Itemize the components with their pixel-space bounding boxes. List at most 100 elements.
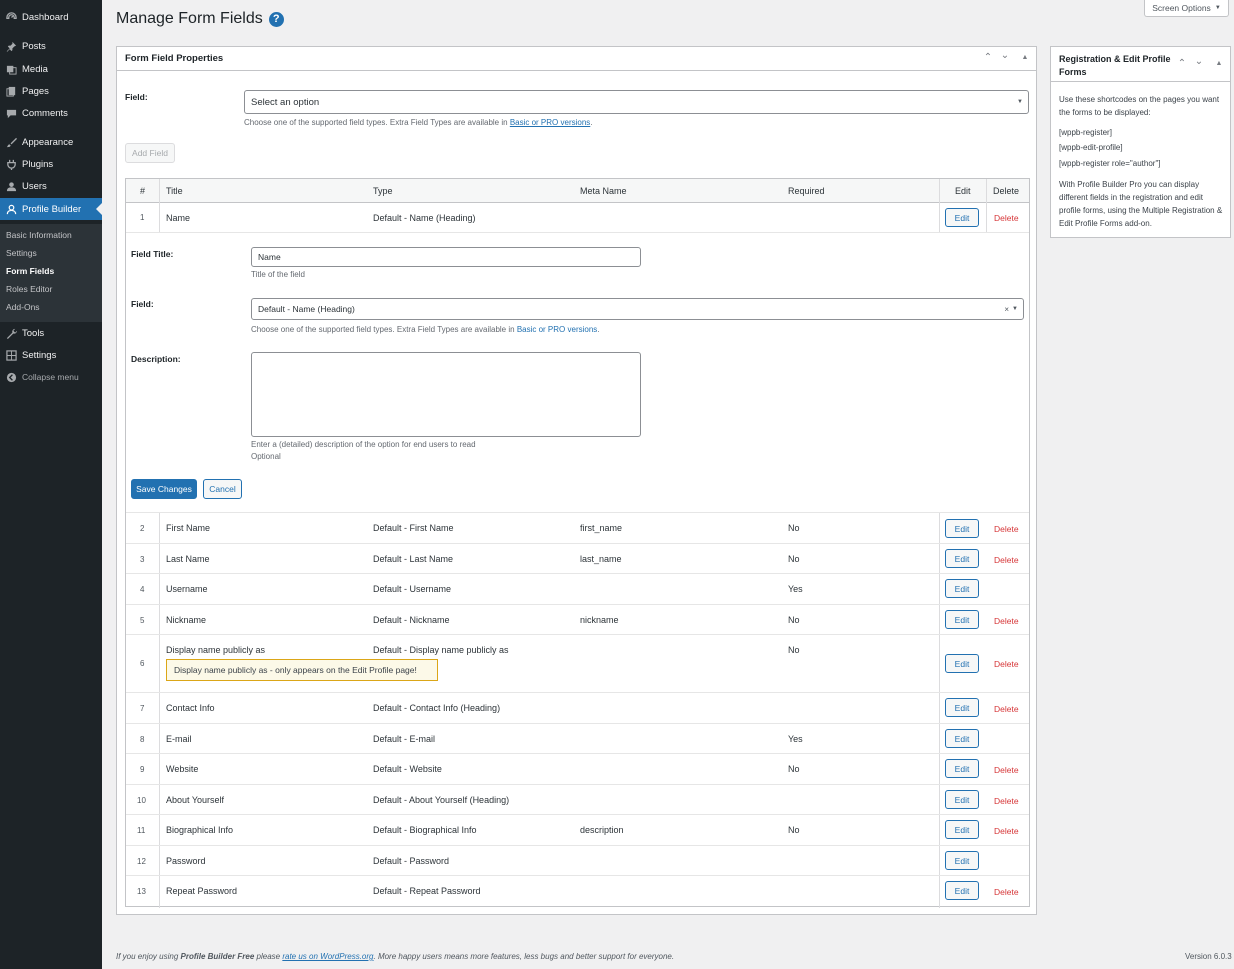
delete-link[interactable]: Delete	[994, 213, 1019, 223]
edit-profile-only-notice: Display name publicly as - only appears …	[166, 659, 438, 681]
edit-button[interactable]: Edit	[945, 654, 979, 673]
edit-button[interactable]: Edit	[945, 759, 979, 778]
pro-description: With Profile Builder Pro you can display…	[1059, 180, 1223, 228]
screen-options-button[interactable]: Screen Options ▼	[1144, 0, 1229, 17]
row-title: Website	[166, 764, 199, 774]
delete-link[interactable]: Delete	[994, 887, 1019, 897]
row-type: Default - Nickname	[373, 615, 450, 625]
help-icon[interactable]: ?	[268, 11, 284, 27]
sidebar-item-users[interactable]: Users	[0, 175, 102, 197]
clear-icon[interactable]: ×	[1004, 305, 1009, 314]
field-type-select-value: Select an option	[251, 96, 320, 108]
table-row: 5 Nickname Default - Nickname nickname N…	[126, 605, 1029, 635]
delete-link[interactable]: Delete	[994, 524, 1019, 534]
form-fields-table: # Title Type Meta Name Required Edit Del…	[125, 178, 1030, 908]
submenu-item-basic-information[interactable]: Basic Information	[6, 230, 72, 240]
edit-button[interactable]: Edit	[945, 729, 979, 748]
delete-link[interactable]: Delete	[994, 704, 1019, 714]
table-row: 3 Last Name Default - Last Name last_nam…	[126, 544, 1029, 574]
sidebar-item-plugins[interactable]: Plugins	[0, 153, 102, 175]
submenu-item-settings[interactable]: Settings	[6, 248, 37, 258]
sidebar-item-appearance[interactable]: Appearance	[0, 131, 102, 153]
sidebar-item-dashboard[interactable]: Dashboard	[0, 6, 102, 28]
submenu-item-form-fields[interactable]: Form Fields	[6, 266, 54, 276]
footer-text-part: please	[256, 952, 281, 961]
delete-link[interactable]: Delete	[994, 765, 1019, 775]
admin-sidebar: Dashboard Posts Media Pages Comments App…	[0, 0, 102, 969]
cancel-button[interactable]: Cancel	[203, 479, 242, 499]
edit-button[interactable]: Edit	[945, 519, 979, 538]
field-title-value: Name	[258, 252, 281, 262]
sidebar-item-comments[interactable]: Comments	[0, 102, 102, 124]
sidebar-item-label: Appearance	[22, 136, 74, 148]
row-title: Name	[166, 213, 191, 223]
sidebar-item-tools[interactable]: Tools	[0, 322, 102, 344]
move-up-icon[interactable]: ⌃	[981, 52, 995, 63]
table-row: 2 First Name Default - First Name first_…	[126, 513, 1029, 544]
edit-button[interactable]: Edit	[945, 208, 979, 227]
row-title: Username	[166, 584, 208, 594]
table-row: 9 Website Default - Website No Edit Dele…	[126, 754, 1029, 785]
field-type-select[interactable]: Select an option ▼	[244, 90, 1029, 114]
add-field-button[interactable]: Add Field	[125, 143, 175, 163]
edit-field-panel: Field Title: Name Title of the field Fie…	[126, 233, 1029, 513]
row-meta-name: last_name	[580, 554, 622, 564]
delete-link[interactable]: Delete	[994, 796, 1019, 806]
edit-button[interactable]: Edit	[945, 610, 979, 629]
row-title: About Yourself	[166, 795, 225, 805]
edit-button[interactable]: Edit	[945, 549, 979, 568]
row-type: Default - Password	[373, 856, 450, 866]
hint-text: Choose one of the supported field types.…	[251, 325, 515, 334]
media-icon	[4, 62, 18, 76]
edit-button[interactable]: Edit	[945, 790, 979, 809]
field-title-input[interactable]: Name	[251, 247, 641, 267]
row-title: First Name	[166, 523, 211, 533]
sidebar-item-media[interactable]: Media	[0, 58, 102, 80]
field-label: Field:	[125, 92, 148, 102]
delete-link[interactable]: Delete	[994, 826, 1019, 836]
basic-pro-versions-link[interactable]: Basic or PRO versions	[517, 325, 597, 334]
delete-link[interactable]: Delete	[994, 555, 1019, 565]
edit-button[interactable]: Edit	[945, 698, 979, 717]
toggle-panel-icon[interactable]: ▲	[1212, 60, 1226, 67]
submenu-item-roles-editor[interactable]: Roles Editor	[6, 284, 52, 294]
edit-button[interactable]: Edit	[945, 881, 979, 900]
move-down-icon[interactable]: ⌄	[1192, 56, 1206, 67]
save-changes-button[interactable]: Save Changes	[131, 479, 197, 499]
row-title: Display name publicly as	[166, 645, 266, 655]
version-text: Version 6.0.3	[1185, 952, 1232, 961]
rate-us-link[interactable]: rate us on WordPress.org	[282, 952, 373, 961]
description-textarea[interactable]	[251, 352, 641, 437]
toggle-panel-icon[interactable]: ▲	[1018, 54, 1032, 61]
row-number: 8	[140, 735, 145, 744]
edit-button[interactable]: Edit	[945, 820, 979, 839]
basic-pro-versions-link[interactable]: Basic or PRO versions	[510, 118, 590, 127]
row-type: Default - Display name publicly as	[373, 645, 509, 655]
delete-link[interactable]: Delete	[994, 659, 1019, 669]
row-number: 9	[140, 765, 145, 774]
field-type-edit-select[interactable]: Default - Name (Heading) × ▼	[251, 298, 1024, 320]
row-number: 3	[140, 555, 145, 564]
delete-link[interactable]: Delete	[994, 616, 1019, 626]
sidebar-item-pages[interactable]: Pages	[0, 80, 102, 102]
row-number: 4	[140, 585, 145, 594]
submenu-item-add-ons[interactable]: Add-Ons	[6, 302, 40, 312]
collapse-menu-button[interactable]: Collapse menu	[0, 366, 102, 388]
sidebar-item-profile-builder[interactable]: Profile Builder	[0, 198, 102, 220]
col-header-type: Type	[373, 186, 393, 196]
move-down-icon[interactable]: ⌄	[998, 50, 1012, 61]
hint-suffix: .	[590, 118, 593, 127]
sidebar-item-settings[interactable]: Settings	[0, 344, 102, 366]
sidebox-header: Registration & Edit Profile Forms ⌃ ⌄ ▲	[1051, 47, 1230, 82]
row-type: Default - Last Name	[373, 554, 454, 564]
shortcode-register: [wppb-register]	[1059, 128, 1112, 137]
field-type-edit-value: Default - Name (Heading)	[258, 304, 355, 314]
sidebar-item-posts[interactable]: Posts	[0, 35, 102, 57]
description-hint: Enter a (detailed) description of the op…	[251, 440, 476, 449]
move-up-icon[interactable]: ⌃	[1175, 58, 1189, 69]
row-title: Contact Info	[166, 703, 215, 713]
edit-button[interactable]: Edit	[945, 579, 979, 598]
edit-button[interactable]: Edit	[945, 851, 979, 870]
collapse-menu-label: Collapse menu	[22, 372, 79, 382]
row-required: No	[788, 764, 800, 774]
